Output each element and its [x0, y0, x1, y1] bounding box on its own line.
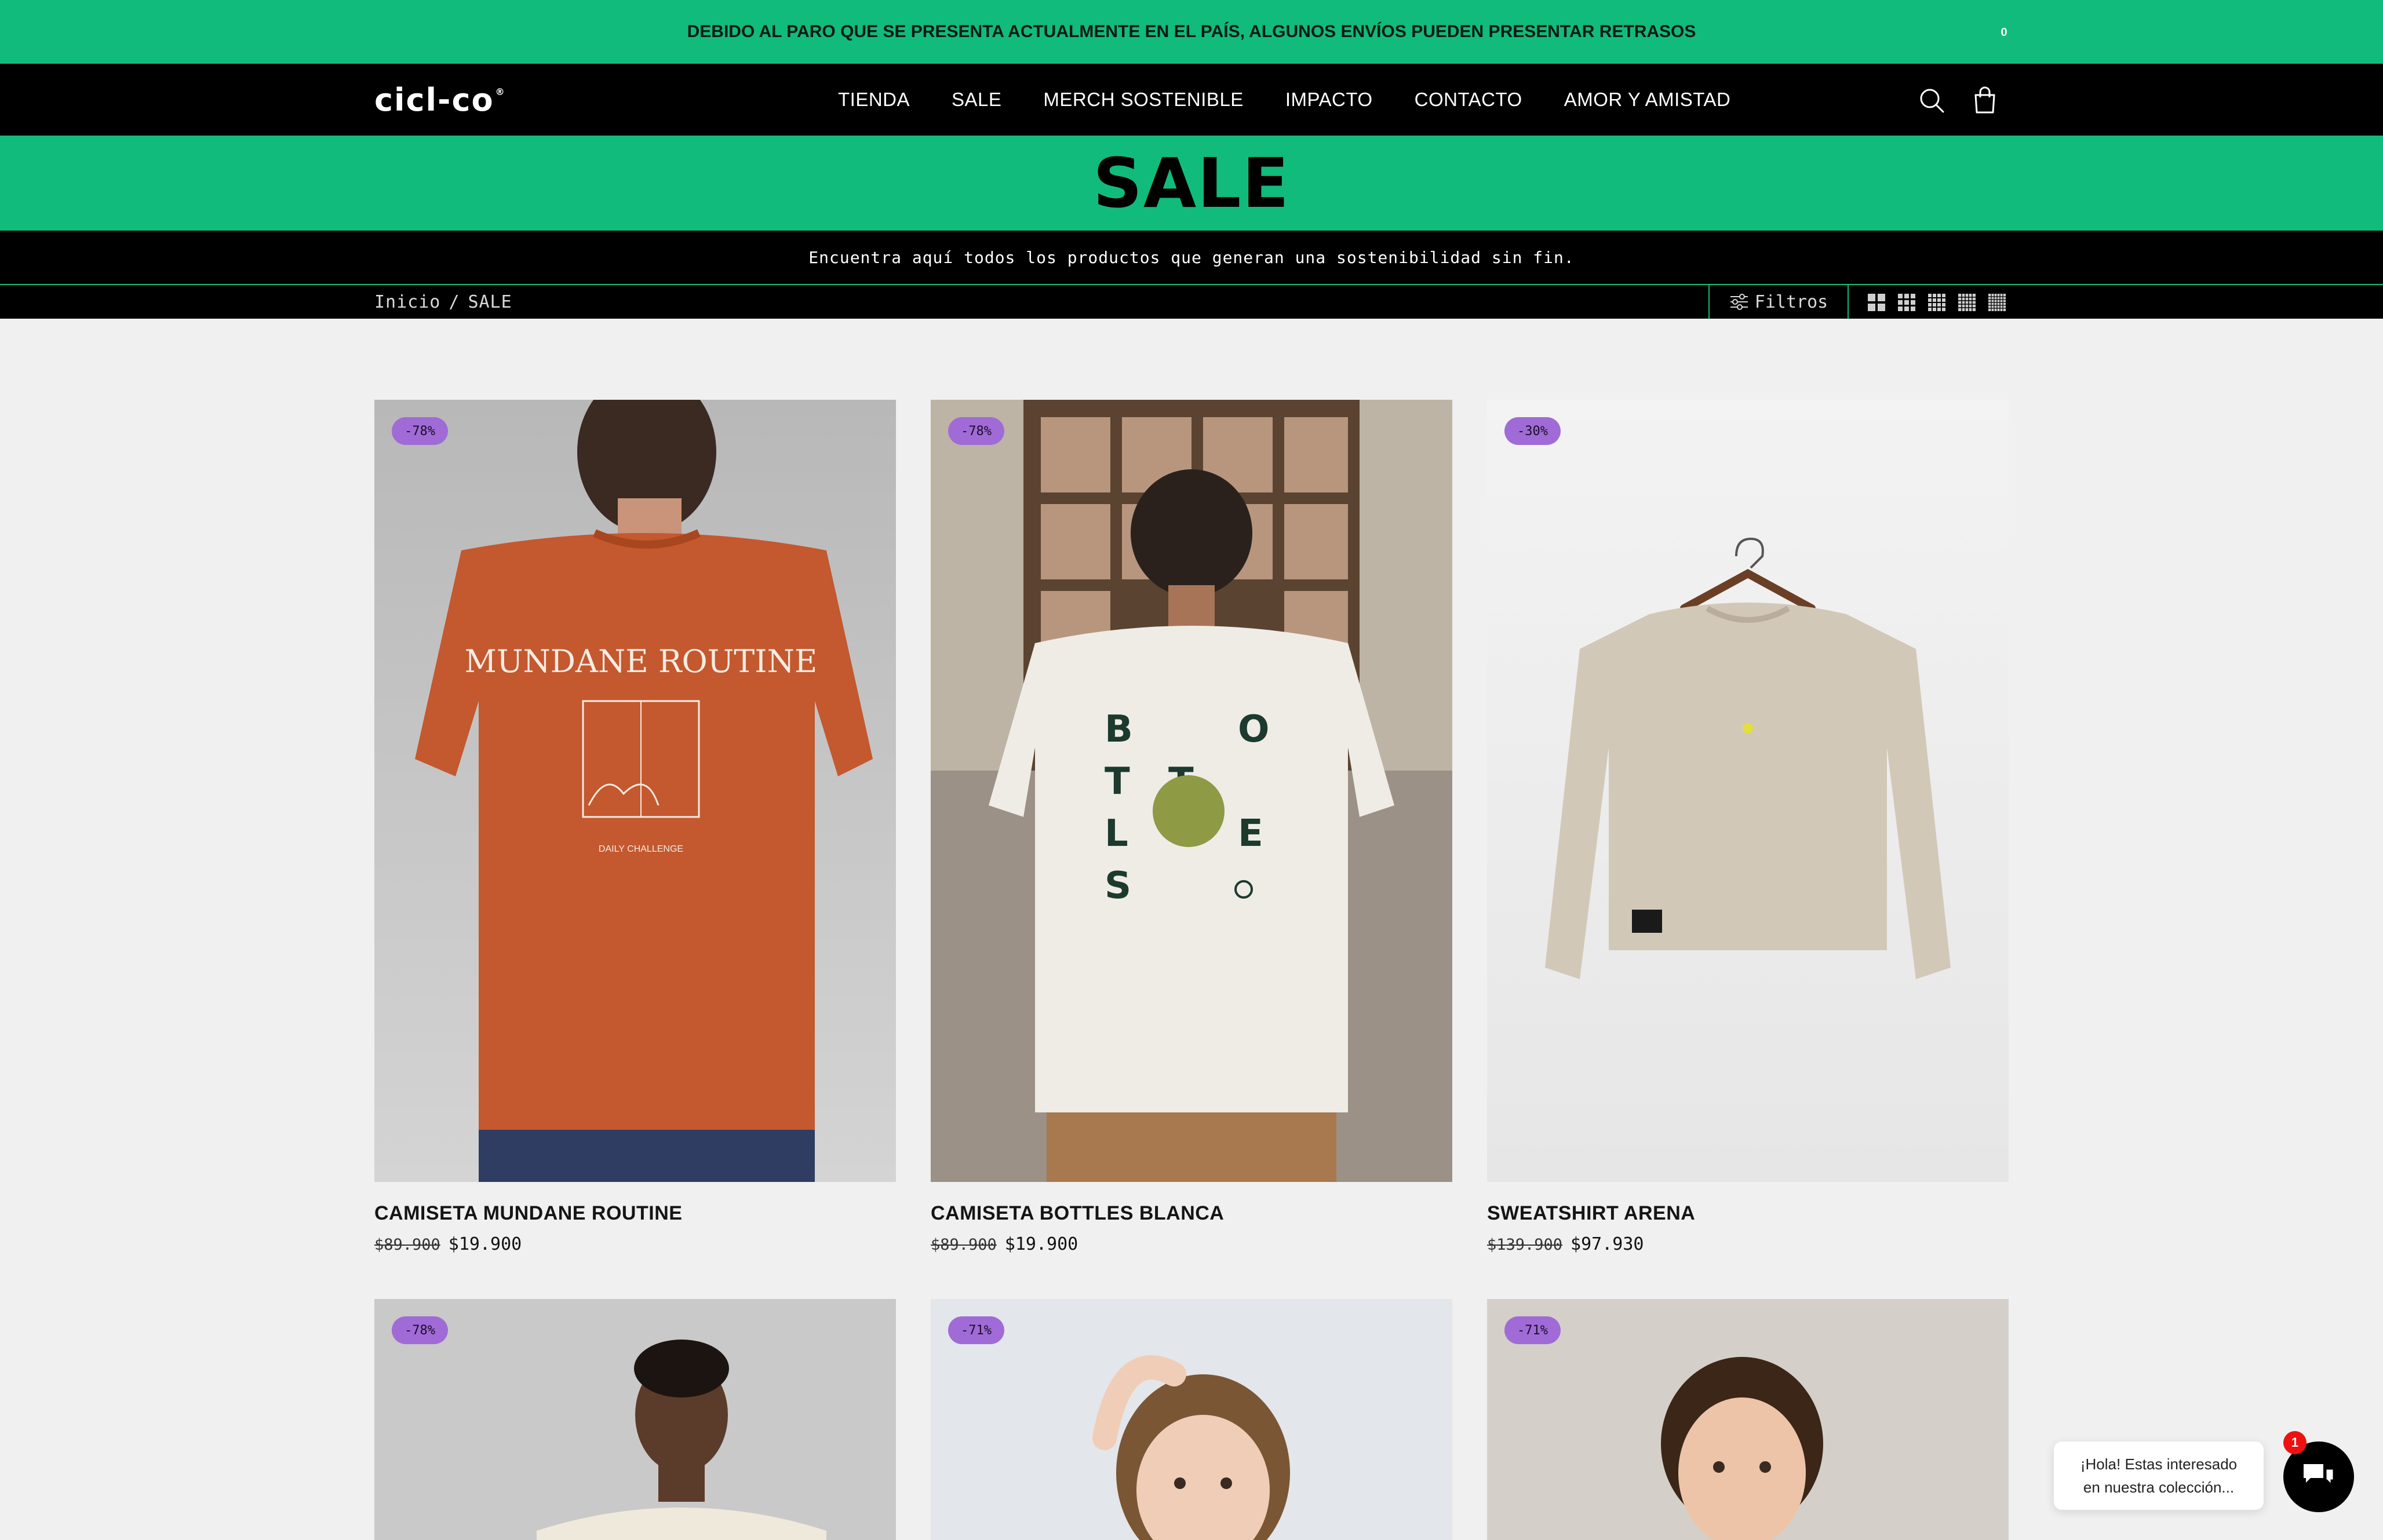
product-image[interactable]: -71% [931, 1299, 1452, 1540]
discount-badge: -78% [948, 417, 1004, 445]
product-title[interactable]: SWEATSHIRT ARENA [1487, 1202, 1695, 1225]
svg-text:S: S [1105, 864, 1131, 907]
breadcrumb-current: SALE [468, 291, 512, 312]
announcement-bar: DEBIDO AL PARO QUE SE PRESENTA ACTUALMEN… [0, 0, 2383, 64]
collection-toolbar: Inicio / SALE Filtros [0, 284, 2383, 319]
nav-item-sale[interactable]: SALE [952, 89, 1001, 111]
page-hero: SALE [0, 136, 2383, 231]
svg-text:E: E [1238, 812, 1263, 855]
nav-item-tienda[interactable]: TIENDA [838, 89, 910, 111]
product-price: $89.900 $19.900 [931, 1234, 1078, 1254]
svg-text:B: B [1105, 708, 1133, 751]
chat-greeting-line-2: en nuestra colección... [2083, 1479, 2235, 1496]
chat-notification-badge: 1 [2283, 1431, 2307, 1454]
page-subtitle: Encuentra aquí todos los productos que g… [808, 247, 1575, 267]
discount-badge: -71% [1504, 1316, 1561, 1344]
chat-greeting-line-1: ¡Hola! Estas interesado [2080, 1455, 2238, 1473]
product-old-price: $89.900 [931, 1236, 997, 1254]
nav-item-merch-sostenible[interactable]: MERCH SOSTENIBLE [1043, 89, 1243, 111]
product-image[interactable]: -71% [1487, 1299, 2009, 1540]
product-print-text: MUNDANE ROUTINE [465, 643, 818, 680]
product-price: $89.900 $19.900 [374, 1234, 522, 1254]
chat-icon [2304, 1464, 2335, 1487]
filters-label: Filtros [1754, 291, 1828, 312]
product-sale-price: $19.900 [1004, 1234, 1078, 1254]
breadcrumb-separator: / [449, 291, 460, 312]
product-price: $139.900 $97.930 [1487, 1234, 1644, 1254]
grid-6-icon[interactable] [1988, 293, 2006, 312]
main-header: cicl-co ® TIENDA SALE MERCH SOSTENIBLE IM… [0, 64, 2383, 136]
product-card[interactable]: -78% [374, 1299, 896, 1540]
nav-item-contacto[interactable]: CONTACTO [1415, 89, 1522, 111]
product-image[interactable]: -30% [1487, 400, 2009, 1182]
page-subtitle-bar: Encuentra aquí todos los productos que g… [0, 231, 2383, 284]
discount-badge: -71% [948, 1316, 1004, 1344]
filters-button[interactable]: Filtros [1708, 285, 1849, 319]
grid-2-icon[interactable] [1867, 293, 1886, 312]
main-nav: TIENDA SALE MERCH SOSTENIBLE IMPACTO CON… [838, 64, 1730, 136]
brand-logo[interactable]: cicl-co ® [374, 81, 506, 118]
nav-item-amor-y-amistad[interactable]: AMOR Y AMISTAD [1564, 89, 1731, 111]
shopping-bag-icon[interactable] [1970, 85, 2002, 116]
logo-text: cicl-co [374, 81, 494, 118]
product-old-price: $139.900 [1487, 1236, 1563, 1254]
product-print-subtext: DAILY CHALLENGE [599, 844, 683, 854]
sliders-icon [1730, 294, 1748, 310]
discount-badge: -78% [392, 417, 448, 445]
product-image[interactable]: -78% [374, 1299, 896, 1540]
grid-4-icon[interactable] [1927, 293, 1946, 312]
product-image[interactable]: BO TT LE S -78% [931, 400, 1452, 1182]
breadcrumb: Inicio / SALE [374, 285, 512, 319]
svg-text:L: L [1105, 812, 1128, 855]
svg-text:T: T [1105, 760, 1130, 803]
discount-badge: -30% [1504, 417, 1561, 445]
registered-mark: ® [495, 86, 506, 97]
search-icon[interactable] [1918, 87, 1945, 114]
product-image[interactable]: MUNDANE ROUTINE DAILY CHALLENGE -78% [374, 400, 896, 1182]
grid-view-switcher [1867, 293, 2006, 312]
svg-text:O: O [1238, 708, 1269, 751]
announcement-text: DEBIDO AL PARO QUE SE PRESENTA ACTUALMEN… [687, 22, 1696, 41]
grid-3-icon[interactable] [1897, 293, 1916, 312]
product-title[interactable]: CAMISETA MUNDANE ROUTINE [374, 1202, 682, 1225]
discount-badge: -78% [392, 1316, 448, 1344]
product-card[interactable]: -71% [931, 1299, 1452, 1540]
product-old-price: $89.900 [374, 1236, 440, 1254]
product-title[interactable]: CAMISETA BOTTLES BLANCA [931, 1202, 1224, 1225]
cart-count-badge: 0 [1994, 22, 2014, 43]
product-card[interactable]: -71% [1487, 1299, 2009, 1540]
breadcrumb-home[interactable]: Inicio [374, 292, 440, 312]
nav-item-impacto[interactable]: IMPACTO [1285, 89, 1373, 111]
product-sale-price: $19.900 [448, 1234, 522, 1254]
chat-greeting-bubble[interactable]: ¡Hola! Estas interesado en nuestra colec… [2054, 1442, 2264, 1510]
product-sale-price: $97.930 [1571, 1234, 1644, 1254]
page-title: SALE [1092, 143, 1291, 223]
grid-5-icon[interactable] [1958, 293, 1976, 312]
